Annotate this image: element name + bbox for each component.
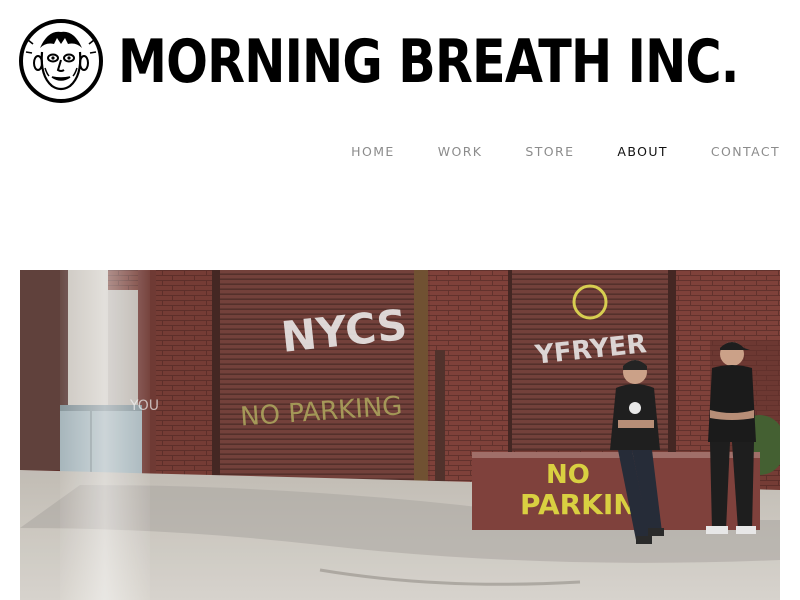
- hero-photo: NYCS NO PARKING YFRYER YOU NO PARKIN: [20, 270, 780, 600]
- nav-contact[interactable]: CONTACT: [711, 144, 780, 160]
- nav-home[interactable]: HOME: [351, 144, 395, 160]
- hero-photo-illustration: NYCS NO PARKING YFRYER YOU NO PARKIN: [20, 270, 780, 600]
- cartoon-face-logo-icon: [19, 19, 103, 103]
- page: MORNING BREATH INC. HOME WORK STORE ABOU…: [0, 0, 800, 600]
- nav-store[interactable]: STORE: [525, 144, 574, 160]
- site-logo-link[interactable]: MORNING BREATH INC.: [18, 18, 739, 104]
- nav-work[interactable]: WORK: [438, 144, 483, 160]
- nav-about[interactable]: ABOUT: [617, 144, 668, 160]
- main-navigation: HOME WORK STORE ABOUT CONTACT: [308, 144, 780, 160]
- site-logo-text: MORNING BREATH INC.: [118, 27, 739, 97]
